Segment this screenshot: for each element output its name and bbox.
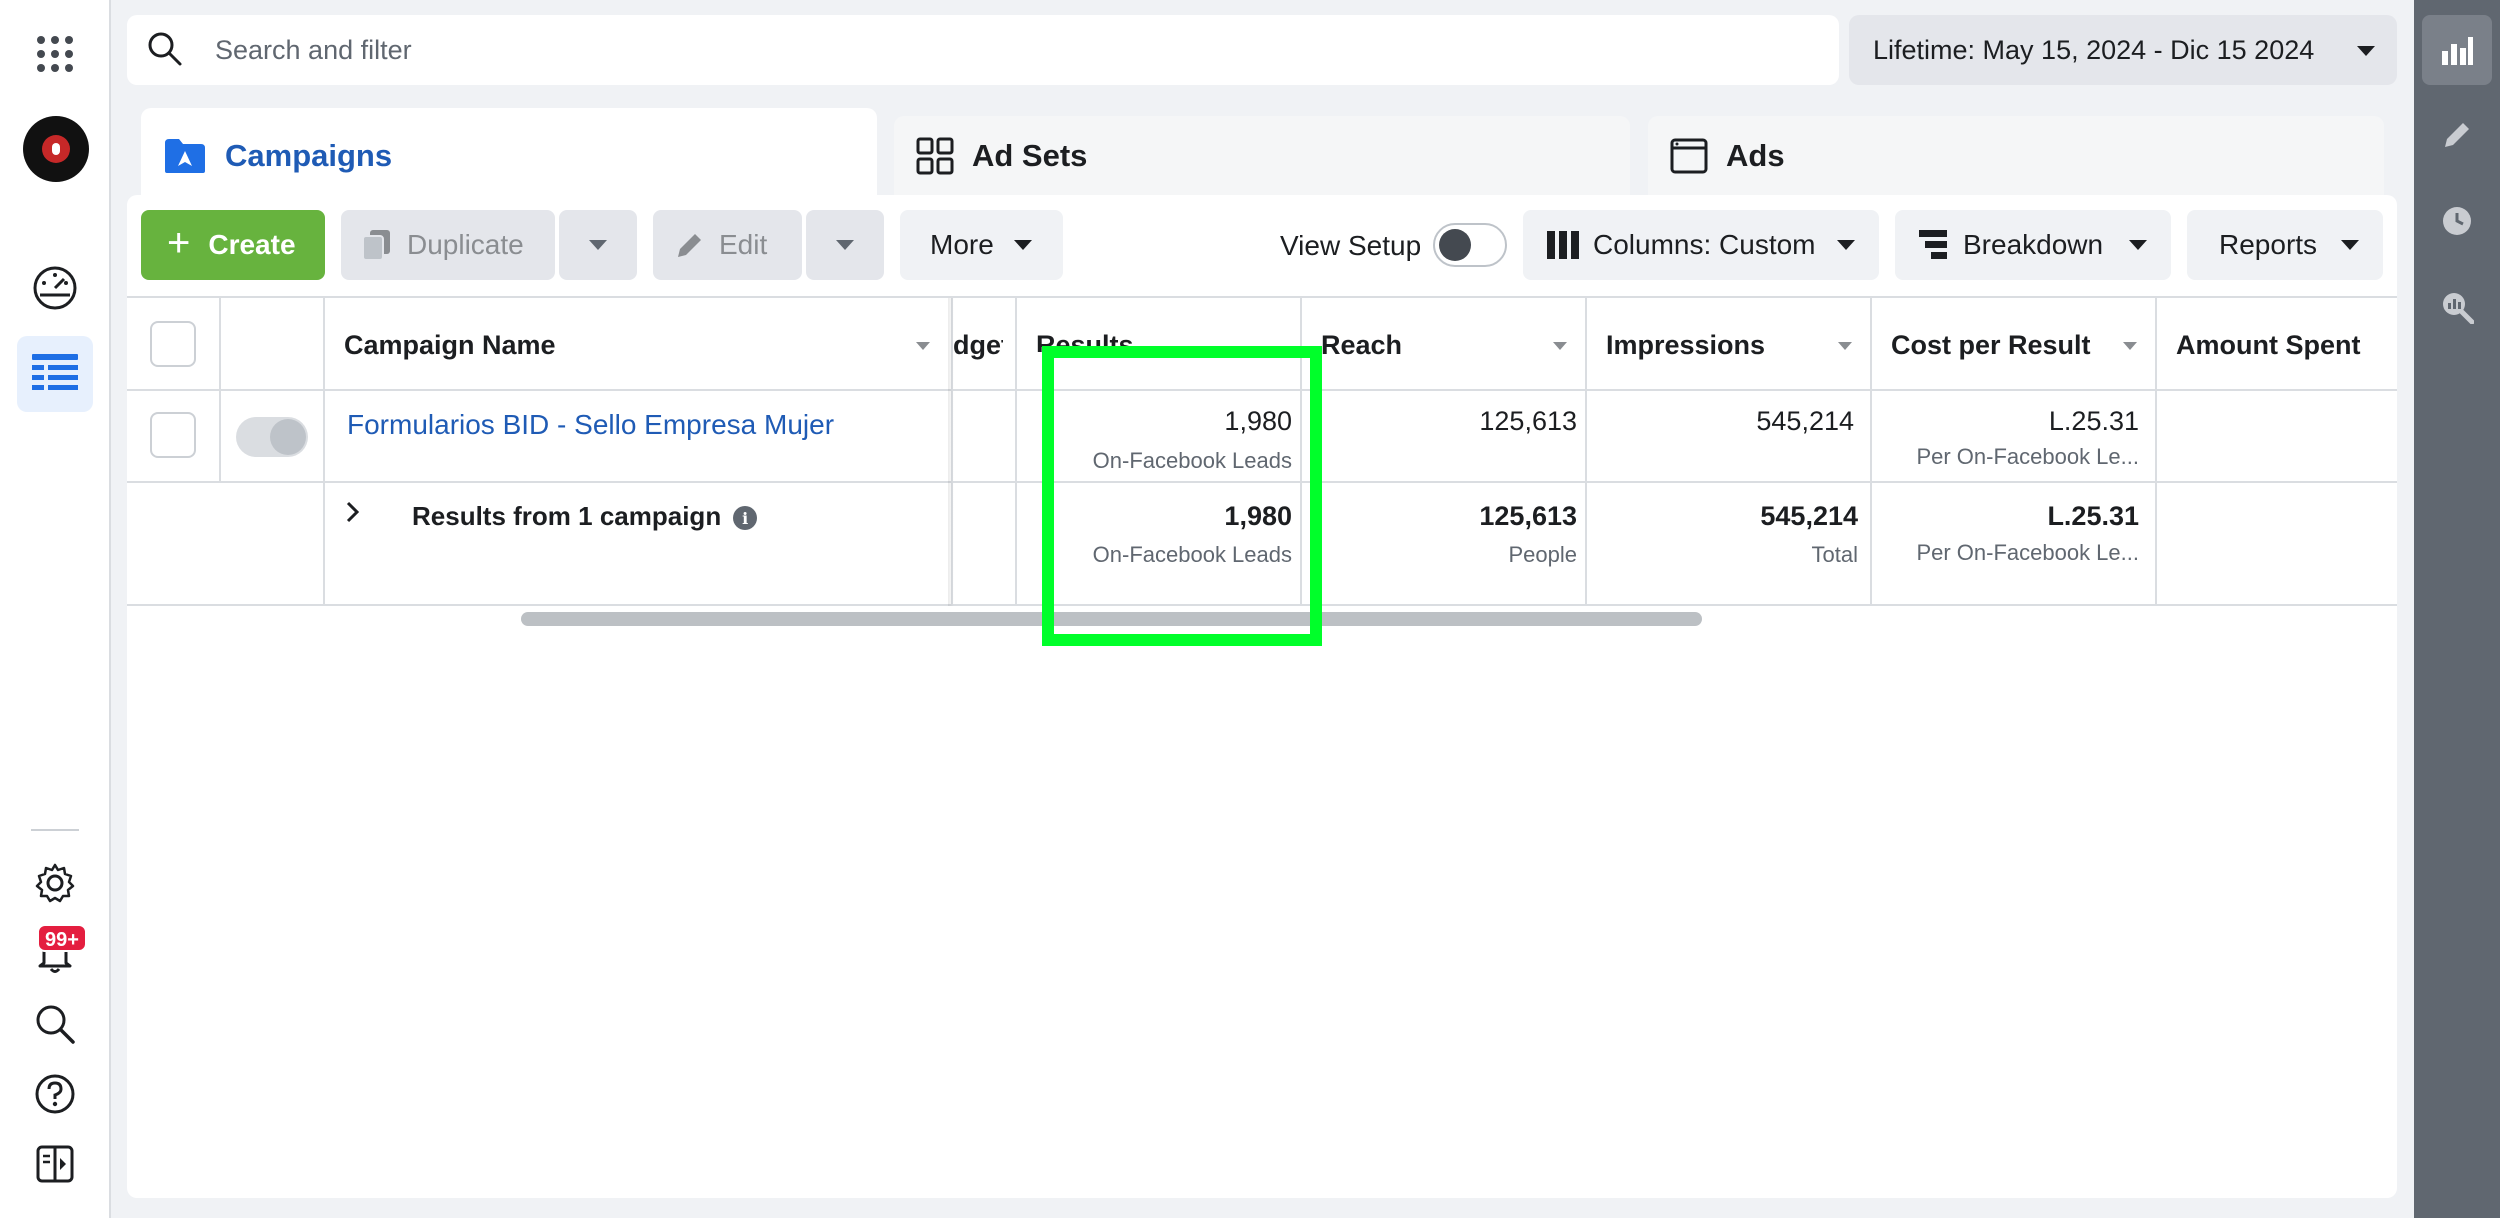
- search-icon[interactable]: [17, 986, 93, 1062]
- sort-caret-icon[interactable]: [916, 342, 930, 350]
- window-icon: [1670, 137, 1708, 175]
- duplicate-options-dropdown[interactable]: [559, 210, 637, 280]
- view-setup-toggle[interactable]: [1433, 223, 1507, 267]
- chevron-down-icon: [1837, 240, 1855, 250]
- column-divider: [1015, 298, 1017, 606]
- summary-row-label: Results from 1 campaign i: [412, 501, 758, 532]
- tab-campaigns[interactable]: Campaigns: [141, 108, 877, 204]
- date-range-selector[interactable]: Lifetime: May 15, 2024 - Dic 15 2024: [1849, 15, 2397, 85]
- notification-count-badge: 99+: [37, 924, 87, 952]
- column-divider: [323, 298, 325, 606]
- tab-ads-label: Ads: [1726, 138, 1785, 173]
- pencil-icon: [675, 230, 705, 260]
- help-icon[interactable]: [17, 1056, 93, 1132]
- row-cost-per-result-value: L.25.31: [2048, 406, 2139, 436]
- campaign-name-link[interactable]: Formularios BID - Sello Empresa Mujer: [347, 409, 834, 441]
- columns-icon: [1547, 231, 1579, 259]
- summary-cost-per-result-type: Per On-Facebook Le...: [1916, 540, 2139, 565]
- header-impressions[interactable]: Impressions: [1606, 330, 1765, 361]
- summary-cost-per-result-value: L.25.31: [2047, 501, 2139, 531]
- breakdown-dropdown-label: Breakdown: [1963, 229, 2104, 260]
- bar-chart-icon[interactable]: [2422, 15, 2492, 85]
- columns-dropdown[interactable]: Columns: Custom: [1523, 210, 1879, 280]
- select-all-checkbox[interactable]: [150, 321, 196, 367]
- toggle-sidebar-icon[interactable]: [17, 1126, 93, 1202]
- chevron-down-icon: [589, 240, 607, 250]
- history-clock-icon[interactable]: [2422, 186, 2492, 256]
- create-button[interactable]: + Create: [141, 210, 325, 280]
- summary-impressions-type: Total: [1811, 542, 1858, 567]
- expand-chevron-icon[interactable]: [344, 500, 362, 531]
- header-campaign-name[interactable]: Campaign Name: [344, 330, 556, 361]
- right-tool-rail: [2414, 0, 2500, 1218]
- chevron-down-icon: [2341, 240, 2359, 250]
- summary-reach-type: People: [1508, 542, 1577, 567]
- search-and-filter-bar: [127, 15, 1839, 85]
- edit-button-label: Edit: [719, 229, 768, 260]
- ads-manager-table-icon[interactable]: [17, 336, 93, 412]
- search-icon: [147, 31, 183, 72]
- tab-campaigns-label: Campaigns: [225, 138, 393, 173]
- table-top-border: [127, 296, 2397, 298]
- results-column-highlight-box: [1042, 346, 1322, 646]
- plus-icon: +: [167, 220, 191, 265]
- column-divider: [219, 298, 221, 482]
- sort-caret-icon[interactable]: [1553, 342, 1567, 350]
- sort-caret-icon[interactable]: [1838, 342, 1852, 350]
- duplicate-button-label: Duplicate: [407, 229, 524, 260]
- dashboard-gauge-icon[interactable]: [17, 250, 93, 326]
- settings-gear-icon[interactable]: [17, 845, 93, 921]
- avatar-logo-icon: [42, 135, 70, 163]
- search-filter-input[interactable]: [215, 15, 1795, 85]
- edit-options-dropdown[interactable]: [806, 210, 884, 280]
- create-button-label: Create: [208, 229, 296, 260]
- inspect-search-chart-icon[interactable]: [2422, 272, 2492, 342]
- header-budget[interactable]: dget: [953, 330, 1003, 361]
- row-impressions-value: 545,214: [1756, 406, 1854, 436]
- account-avatar[interactable]: [23, 116, 89, 182]
- header-reach[interactable]: Reach: [1321, 330, 1402, 361]
- pencil-edit-icon[interactable]: [2422, 100, 2492, 170]
- summary-label-text: Results from 1 campaign: [412, 501, 722, 531]
- summary-reach-value: 125,613: [1479, 501, 1577, 531]
- edit-button[interactable]: Edit: [653, 210, 802, 280]
- duplicate-icon: [361, 228, 393, 262]
- header-amount-spent[interactable]: Amount Spent: [2176, 330, 2360, 361]
- header-cost-per-result[interactable]: Cost per Result: [1891, 330, 2091, 361]
- tab-ad-sets-label: Ad Sets: [972, 138, 1088, 173]
- summary-impressions-value: 545,214: [1760, 501, 1858, 531]
- reports-dropdown-label: Reports: [2219, 229, 2318, 260]
- grid-icon: [916, 137, 954, 175]
- sort-caret-icon[interactable]: [2123, 342, 2137, 350]
- nav-divider: [31, 829, 79, 831]
- tab-ads[interactable]: Ads: [1648, 116, 2384, 196]
- column-divider: [1870, 298, 1872, 606]
- breakdown-icon: [1919, 230, 1949, 260]
- row-reach-value: 125,613: [1479, 406, 1577, 436]
- more-button[interactable]: More: [900, 210, 1063, 280]
- chevron-down-icon: [2357, 46, 2375, 56]
- campaign-on-off-toggle[interactable]: [236, 417, 308, 457]
- more-button-label: More: [930, 229, 994, 260]
- column-divider: [1585, 298, 1587, 606]
- date-range-label: Lifetime: May 15, 2024 - Dic 15 2024: [1873, 34, 2315, 65]
- left-navigation: 99+: [0, 0, 111, 1218]
- row-select-checkbox[interactable]: [150, 412, 196, 458]
- row-cost-per-result-type: Per On-Facebook Le...: [1916, 444, 2139, 469]
- folder-icon: [163, 137, 207, 175]
- columns-dropdown-label: Columns: Custom: [1593, 229, 1816, 260]
- breakdown-dropdown[interactable]: Breakdown: [1895, 210, 2171, 280]
- info-icon[interactable]: i: [733, 506, 758, 531]
- app-menu-icon[interactable]: [17, 16, 93, 92]
- chevron-down-icon: [836, 240, 854, 250]
- reports-dropdown[interactable]: Reports: [2187, 210, 2383, 280]
- view-setup-label: View Setup: [1280, 230, 1422, 261]
- column-divider: [2155, 298, 2157, 606]
- chevron-down-icon: [2129, 240, 2147, 250]
- duplicate-button[interactable]: Duplicate: [341, 210, 555, 280]
- tab-ad-sets[interactable]: Ad Sets: [894, 116, 1630, 196]
- chevron-down-icon: [1013, 240, 1032, 250]
